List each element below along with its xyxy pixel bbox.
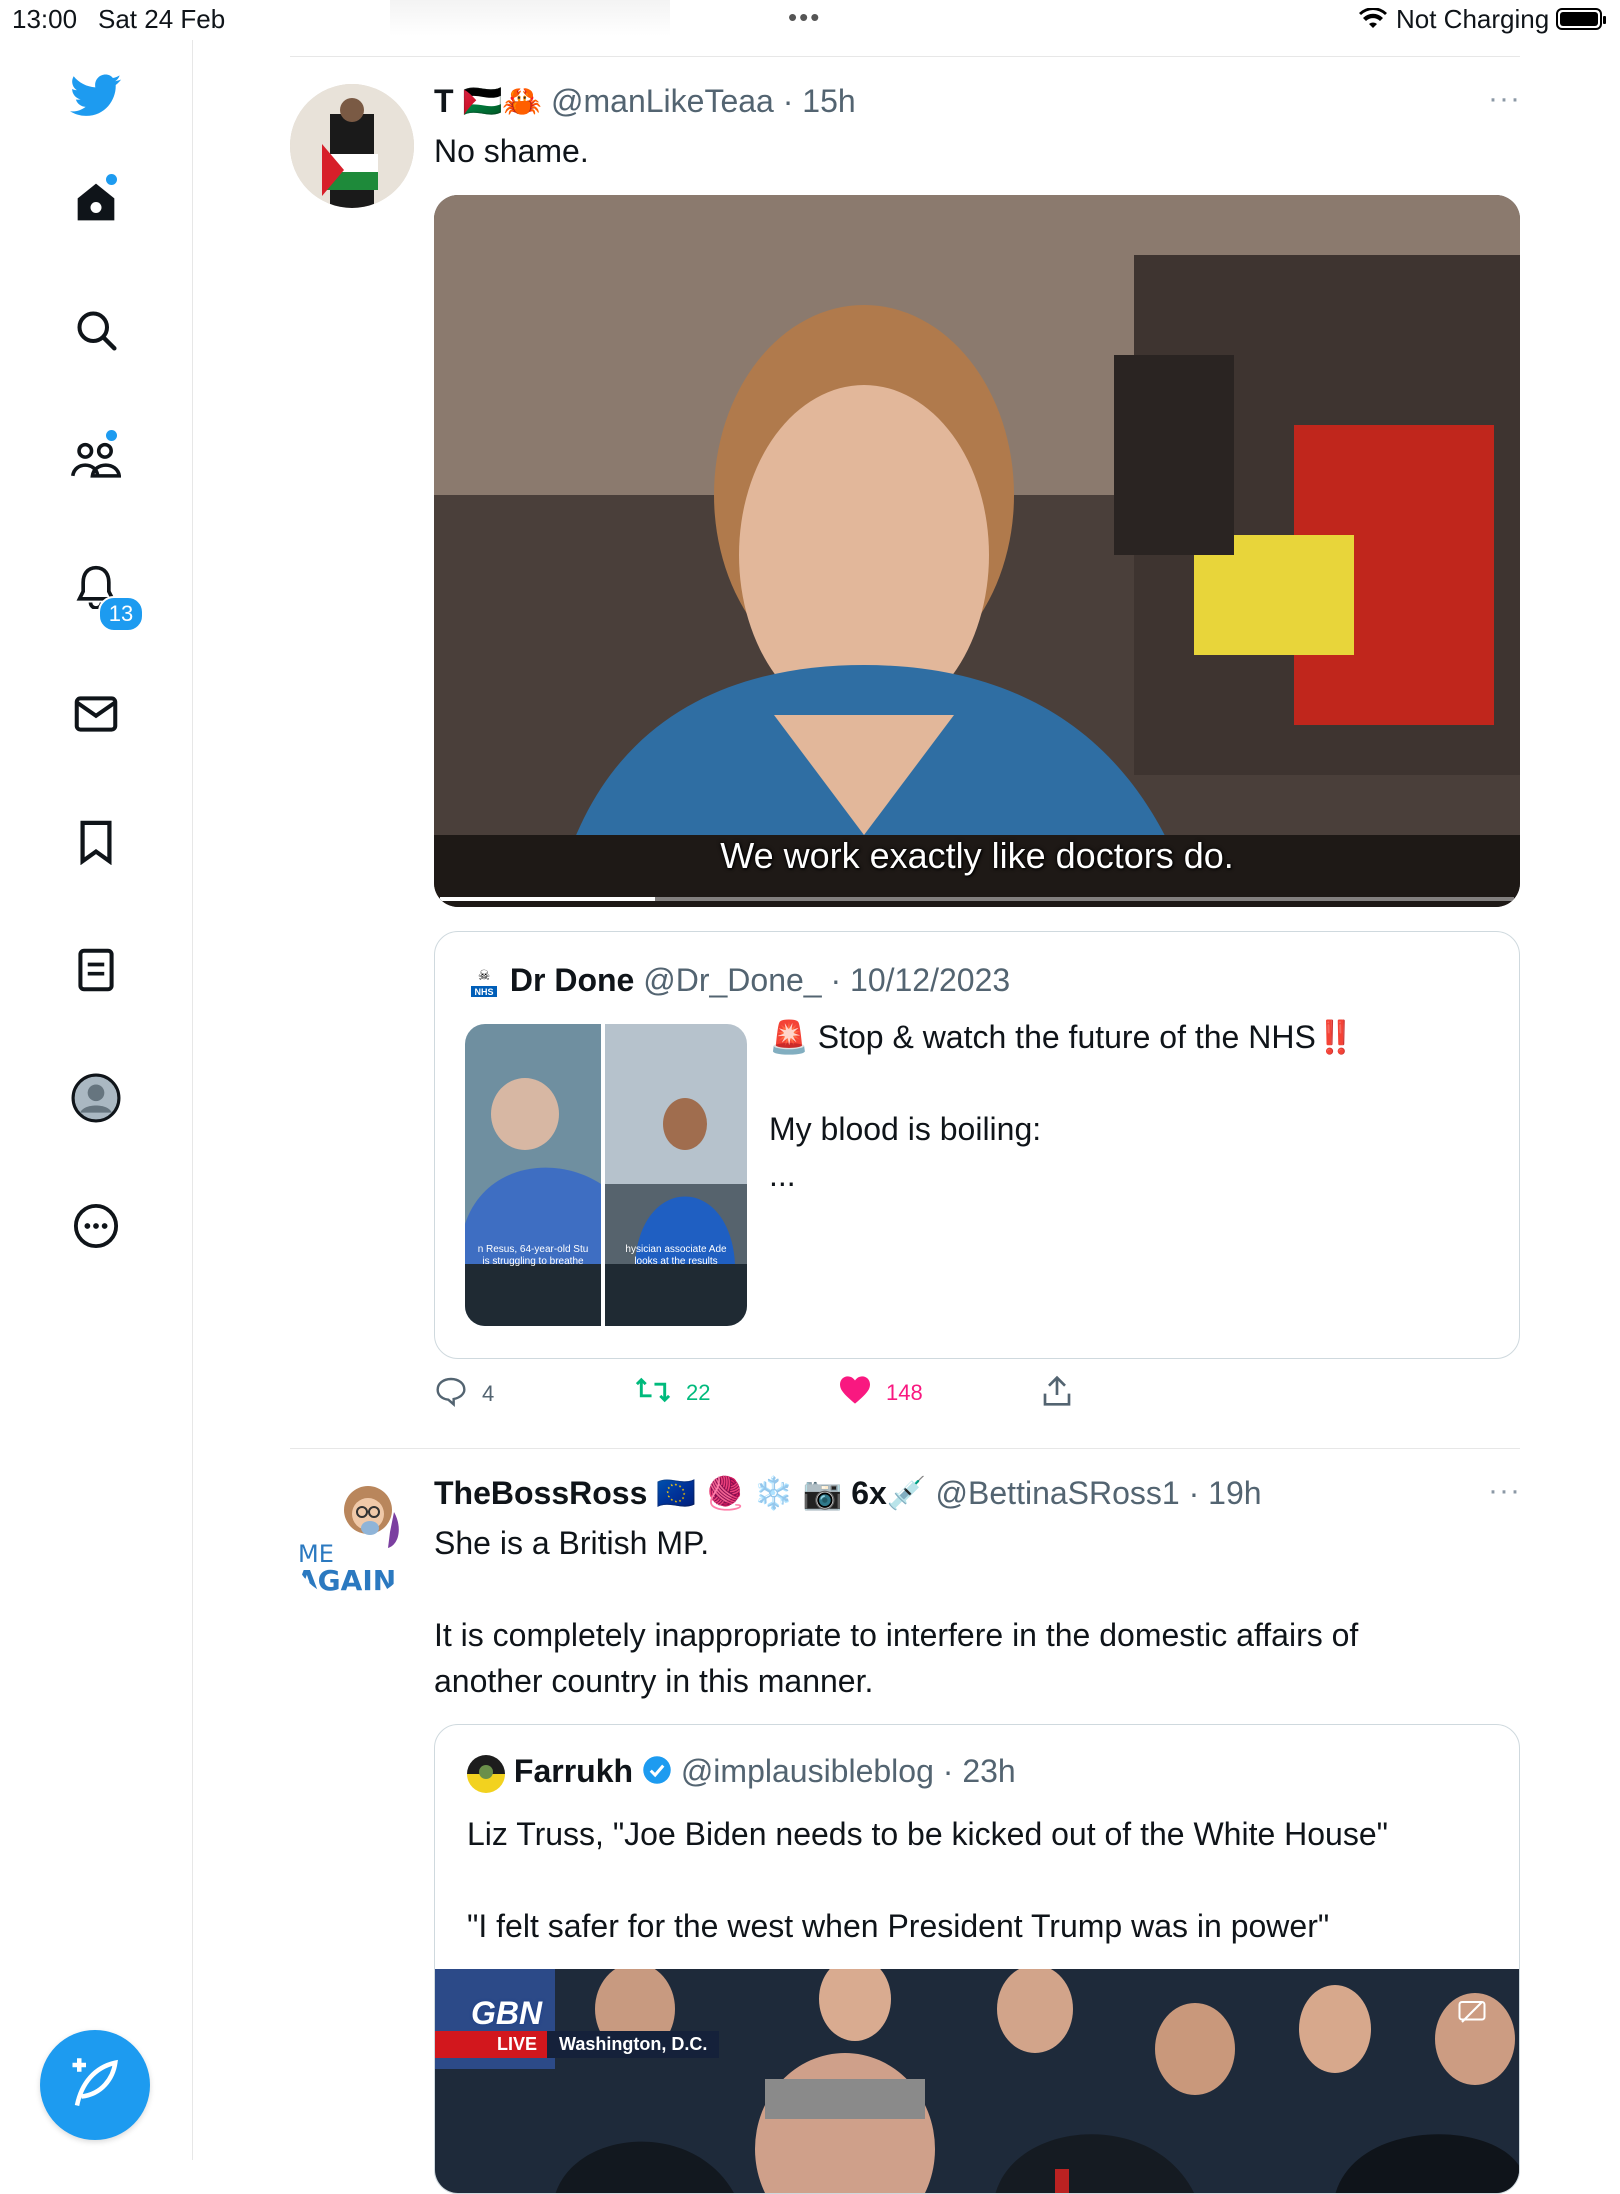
svg-text:☠: ☠: [478, 968, 491, 984]
multitasking-dots[interactable]: •••: [788, 2, 821, 33]
quote-media[interactable]: n Resus, 64-year-old Stu is struggling t…: [465, 1024, 747, 1326]
retweet-icon: [634, 1375, 672, 1411]
tv-location-label: Washington, D.C.: [547, 2030, 720, 2058]
tweet-header: TheBossRoss 🇪🇺 🧶 ❄️ 📷 6x💉 @BettinaSRoss1…: [434, 1474, 1262, 1512]
retweet-button[interactable]: 22: [634, 1375, 710, 1411]
verified-badge-icon: [642, 1755, 672, 1793]
avatar-text: AGAIN: [296, 1564, 397, 1597]
sensitive-media-icon[interactable]: [1457, 1999, 1487, 2030]
quote-avatar-icon: [467, 1754, 505, 1793]
quote-author-name: Dr Done: [509, 962, 635, 998]
divider: [290, 56, 1520, 57]
quote-header: ☠ NHS Dr Done @Dr_Done_ · 10/12/2023: [467, 962, 1010, 1000]
profile-avatar-icon[interactable]: [66, 1068, 126, 1128]
avatar[interactable]: [290, 84, 414, 208]
charging-status: Not Charging: [1396, 4, 1550, 34]
quote-text: Liz Truss, "Joe Biden needs to be kicked…: [467, 1816, 1388, 1944]
quote-video[interactable]: GBN LIVE Washington, D.C.: [435, 1969, 1519, 2193]
video-progress-bar[interactable]: [440, 897, 1514, 901]
reply-count: 4: [482, 1381, 495, 1406]
status-bar: 13:00 Sat 24 Feb ••• Not Charging: [0, 0, 1620, 40]
quote-header: Farrukh @implausibleblog · 23h: [467, 1753, 1016, 1793]
communities-icon[interactable]: [66, 428, 126, 488]
reply-button[interactable]: 4: [434, 1375, 494, 1413]
compose-feather-icon: [68, 2056, 122, 2115]
notifications-badge: 13: [98, 596, 144, 632]
tweet-time[interactable]: · 15h: [783, 83, 856, 119]
quote-author-name: Farrukh: [513, 1753, 634, 1789]
messages-envelope-icon[interactable]: [66, 684, 126, 744]
avatar-text: ME: [298, 1540, 334, 1568]
tweet-actions: 4 22 148: [434, 1375, 1134, 1419]
quote-time: · 10/12/2023: [830, 962, 1011, 998]
communities-unread-dot: [106, 430, 117, 441]
tweet-text: She is a British MP. It is completely in…: [434, 1525, 1359, 1699]
tweet-more-button[interactable]: ···: [1488, 82, 1521, 116]
bookmark-icon[interactable]: [66, 812, 126, 872]
quote-author-handle: @Dr_Done_: [643, 962, 822, 998]
quote-text: 🚨 Stop & watch the future of the NHS‼️ M…: [769, 1019, 1356, 1193]
quote-time: · 23h: [942, 1753, 1016, 1789]
reply-icon: [434, 1375, 468, 1413]
tweet-more-button[interactable]: ···: [1488, 1474, 1521, 1508]
author-handle[interactable]: @BettinaSRoss1: [936, 1475, 1180, 1511]
wifi-icon: [1358, 6, 1388, 37]
search-icon[interactable]: [66, 300, 126, 360]
tv-lower-third: LIVE Washington, D.C.: [435, 2029, 720, 2059]
thumb-caption: n Resus, 64-year-old Stu is struggling t…: [477, 1244, 589, 1267]
status-time: 13:00: [12, 4, 78, 34]
status-date: Sat 24 Feb: [98, 4, 226, 34]
author-handle[interactable]: @manLikeTeaa: [551, 83, 774, 119]
quoted-tweet[interactable]: Farrukh @implausibleblog · 23h Liz Truss…: [434, 1724, 1520, 2194]
retweet-count: 22: [686, 1380, 711, 1405]
tweet-text: No shame.: [434, 133, 589, 169]
sidebar-nav: 13: [0, 40, 193, 2160]
video-caption: We work exactly like doctors do.: [720, 835, 1234, 876]
thumb-caption: hysician associate Ade looks at the resu…: [625, 1244, 727, 1267]
tweet-time[interactable]: · 19h: [1189, 1475, 1262, 1511]
author-name[interactable]: T 🇵🇸🦀: [434, 83, 542, 119]
search-bar-shadow: [390, 0, 670, 36]
tweet-video[interactable]: We work exactly like doctors do.: [434, 195, 1520, 907]
like-count: 148: [886, 1380, 923, 1405]
more-circle-icon[interactable]: [66, 1196, 126, 1256]
author-name[interactable]: TheBossRoss 🇪🇺 🧶 ❄️ 📷 6x💉: [434, 1475, 927, 1511]
home-icon[interactable]: [66, 172, 126, 232]
lists-icon[interactable]: [66, 940, 126, 1000]
share-button[interactable]: [1042, 1375, 1072, 1413]
home-unread-dot: [106, 174, 117, 185]
twitter-bird-icon[interactable]: [66, 66, 126, 126]
svg-text:NHS: NHS: [474, 987, 493, 997]
like-button[interactable]: 148: [838, 1375, 923, 1411]
tweet-header: T 🇵🇸🦀 @manLikeTeaa · 15h: [434, 82, 856, 120]
quoted-tweet[interactable]: ☠ NHS Dr Done @Dr_Done_ · 10/12/2023 n R…: [434, 931, 1520, 1359]
tv-channel-logo: GBN: [471, 1995, 543, 2031]
quote-author-handle: @implausibleblog: [680, 1753, 934, 1789]
battery-icon: [1556, 8, 1606, 30]
divider: [290, 1448, 1520, 1449]
avatar[interactable]: ME AGAIN: [290, 1476, 414, 1600]
compose-tweet-button[interactable]: [40, 2030, 150, 2140]
quote-avatar-icon: ☠ NHS: [467, 965, 501, 1000]
heart-icon: [838, 1375, 872, 1411]
tv-live-label: LIVE: [435, 2030, 548, 2058]
share-icon: [1042, 1375, 1072, 1413]
